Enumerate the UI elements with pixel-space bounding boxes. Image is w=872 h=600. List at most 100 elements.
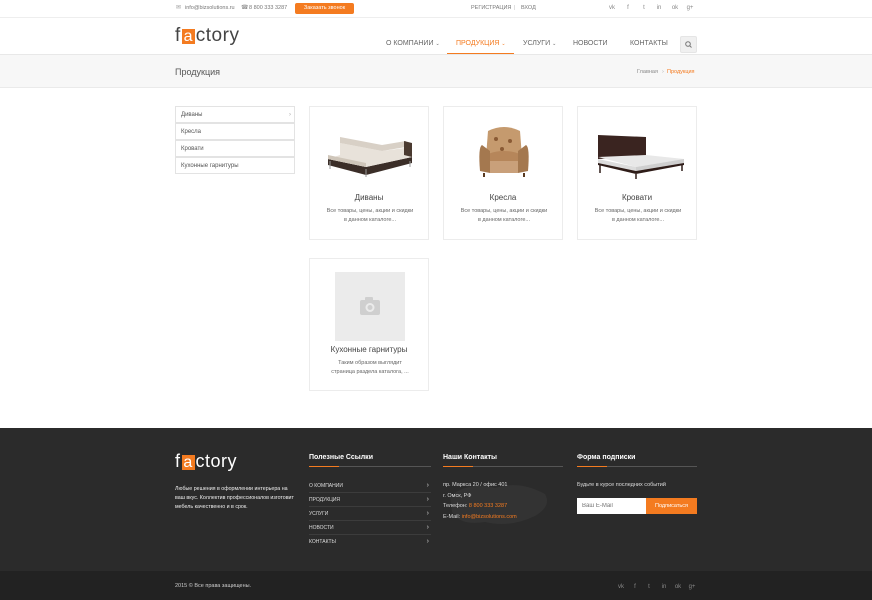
odnoklassniki-icon[interactable]: ok (671, 4, 679, 13)
chevron-down-icon: ⌄ (552, 41, 557, 47)
topbar-phone: 8 800 333 3287 (249, 5, 288, 11)
call-request-button[interactable]: Заказать звонок (295, 3, 354, 14)
product-name[interactable]: Кровати (578, 193, 696, 202)
nav-products-label: ПРОДУКЦИЯ (456, 40, 500, 47)
nav-news[interactable]: НОВОСТИ (573, 40, 608, 47)
bed-image (598, 135, 684, 179)
footer-link-news[interactable]: НОВОСТИ › (309, 521, 431, 535)
top-bar (0, 0, 872, 18)
site-logo[interactable]: f a ctory (175, 25, 239, 47)
search-button[interactable] (680, 36, 697, 53)
nav-services[interactable]: УСЛУГИ ⌄ (523, 40, 556, 47)
breadcrumb-home[interactable]: Главная (637, 69, 658, 75)
phone-icon: ☎ (241, 5, 249, 11)
breadcrumb-separator: › (662, 69, 664, 75)
product-description: Все товары, цены, акции и скидки в данно… (460, 208, 548, 223)
footer-subscribe-title: Форма подписки (577, 454, 636, 461)
product-name[interactable]: Кресла (444, 193, 562, 202)
linkedin-icon[interactable]: in (655, 4, 663, 13)
product-description: Таким образом выглядит страница раздела … (331, 360, 409, 375)
nav-contacts[interactable]: КОНТАКТЫ (630, 40, 668, 47)
chevron-right-icon: › (426, 482, 429, 489)
page-title: Продукция (175, 67, 221, 77)
email-label: E-Mail: (443, 514, 461, 520)
footer-link-contacts[interactable]: КОНТАКТЫ › (309, 535, 431, 549)
mail-icon: ✉ (176, 5, 182, 11)
sidebar-item-label: Диваны (181, 112, 203, 118)
product-name[interactable]: Диваны (310, 193, 428, 202)
footer-contacts-title: Наши Контакты (443, 454, 498, 461)
facebook-icon[interactable]: f (631, 583, 639, 591)
facebook-icon[interactable]: f (624, 4, 632, 13)
twitter-icon[interactable]: t (645, 583, 653, 591)
chevron-right-icon: › (289, 112, 291, 118)
footer-link-label: ПРОДУКЦИЯ (309, 497, 341, 503)
footer-bottom-bar (0, 571, 872, 600)
logo-a-mark: a (181, 454, 195, 471)
chevron-down-icon: ⌄ (435, 41, 440, 47)
product-card-beds[interactable]: Кровати Все товары, цены, акции и скидки… (577, 106, 697, 240)
vk-icon[interactable]: vk (608, 4, 616, 13)
footer-links-title: Полезные Ссылки (309, 454, 373, 461)
footer (0, 428, 872, 571)
product-card-sofas[interactable]: Диваны Все товары, цены, акции и скидки … (309, 106, 429, 240)
product-name[interactable]: Кухонные гарнитуры (310, 345, 428, 354)
sofa-image (328, 137, 412, 177)
footer-link-services[interactable]: УСЛУГИ › (309, 507, 431, 521)
topbar-email[interactable]: info@bizsolutions.ru (185, 5, 235, 11)
contact-email: E-Mail: info@bizsolutions.com (443, 514, 517, 520)
logo-rest: ctory (195, 25, 240, 46)
contact-phone: Телефон: 8 800 333 3287 (443, 503, 507, 509)
sidebar-item-label: Кухонные гарнитуры (181, 163, 239, 169)
image-placeholder (335, 272, 405, 341)
subscribe-button[interactable]: Подписаться (646, 498, 697, 514)
sidebar-item-armchairs[interactable]: Кресла (175, 123, 295, 140)
contact-address-line1: пр. Маркса 20 / офис 401 (443, 482, 508, 488)
logo-rest: ctory (195, 451, 238, 471)
product-card-armchairs[interactable]: Кресла Все товары, цены, акции и скидки … (443, 106, 563, 240)
footer-about: Любые решения в оформлении интерьера на … (175, 486, 294, 510)
linkedin-icon[interactable]: in (660, 583, 668, 591)
logo-a-mark: a (181, 28, 195, 45)
call-button-label: Заказать звонок (303, 5, 346, 11)
footer-link-label: УСЛУГИ (309, 511, 329, 517)
email-value[interactable]: info@bizsolutions.com (462, 514, 517, 520)
logo-f: f (175, 451, 181, 471)
nav-about[interactable]: О КОМПАНИИ ⌄ (386, 40, 440, 47)
phone-label: Телефон: (443, 503, 468, 509)
footer-logo[interactable]: f a ctory (175, 451, 237, 472)
page-title-bar (0, 55, 872, 88)
google-plus-icon[interactable]: g+ (688, 583, 696, 591)
footer-link-products[interactable]: ПРОДУКЦИЯ › (309, 493, 431, 507)
product-card-kitchens[interactable]: Кухонные гарнитуры Таким образом выгляди… (309, 258, 429, 391)
subscribe-button-label: Подписаться (655, 503, 688, 509)
sidebar-item-label: Кресла (181, 129, 202, 135)
twitter-icon[interactable]: t (640, 4, 648, 13)
product-description: Все товары, цены, акции и скидки в данно… (594, 208, 682, 223)
chevron-right-icon: › (426, 538, 429, 545)
copyright: 2015 © Все права защищены. (175, 583, 252, 589)
vk-icon[interactable]: vk (617, 583, 625, 591)
register-link[interactable]: РЕГИСТРАЦИЯ (471, 5, 511, 11)
chevron-right-icon: › (426, 524, 429, 531)
logo-f: f (175, 25, 181, 46)
footer-links-divider (309, 466, 431, 467)
sidebar-item-beds[interactable]: Кровати (175, 140, 295, 157)
subscribe-text: Будьте в курсе последних событий (577, 482, 666, 488)
topbar-separator: | (514, 5, 516, 11)
phone-value: 8 800 333 3287 (468, 503, 508, 509)
nav-products[interactable]: ПРОДУКЦИЯ ⌄ (456, 40, 506, 47)
product-description: Все товары, цены, акции и скидки в данно… (326, 208, 414, 223)
footer-link-label: НОВОСТИ (309, 525, 334, 531)
sidebar-item-sofas[interactable]: Диваны › (175, 106, 295, 123)
subscribe-email-input[interactable] (577, 498, 647, 514)
sidebar-item-kitchens[interactable]: Кухонные гарнитуры (175, 157, 295, 174)
odnoklassniki-icon[interactable]: ok (674, 583, 682, 591)
footer-subscribe-divider (577, 466, 697, 467)
login-link[interactable]: ВХОД (521, 5, 536, 11)
footer-contacts-divider (443, 466, 563, 467)
google-plus-icon[interactable]: g+ (686, 4, 694, 13)
chevron-right-icon: › (426, 510, 429, 517)
sidebar-item-label: Кровати (181, 146, 204, 152)
footer-link-about[interactable]: О КОМПАНИИ › (309, 479, 431, 493)
